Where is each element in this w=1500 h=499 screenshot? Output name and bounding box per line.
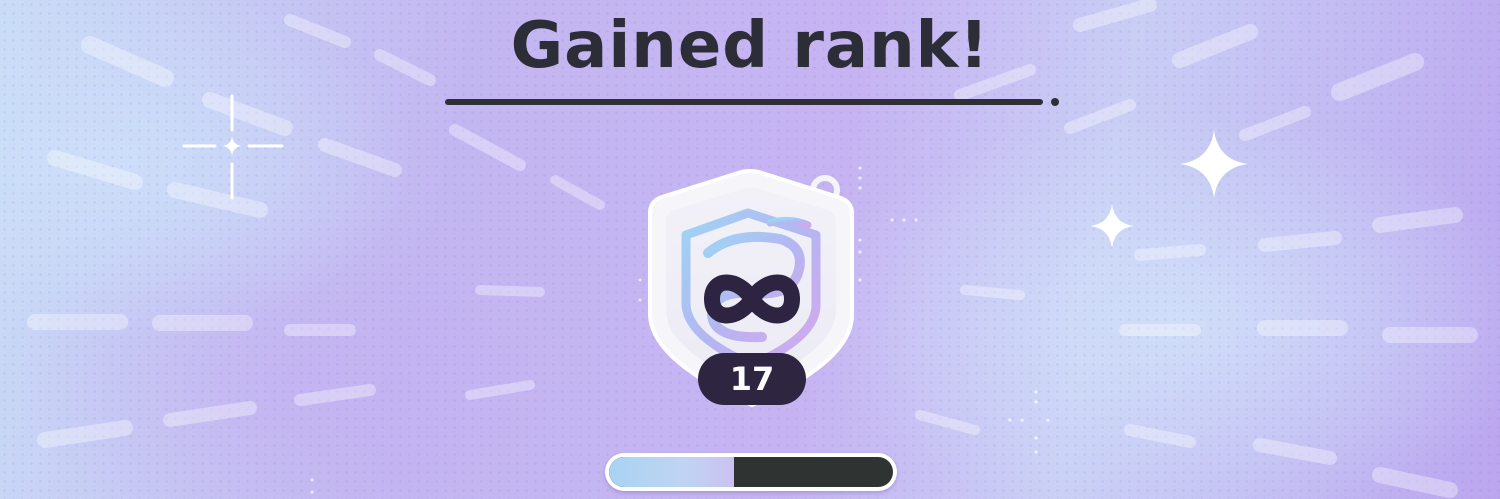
rank-progress-bar <box>605 453 897 491</box>
rank-level-badge: 17 <box>698 353 806 405</box>
rank-progress-fill <box>609 457 734 487</box>
sparkle-icon <box>1180 130 1248 198</box>
page-title: Gained rank! <box>510 9 990 83</box>
crosshair-sparkle-icon <box>182 94 284 200</box>
rank-progress-track <box>609 457 893 487</box>
small-sparkle-icon <box>1090 204 1134 248</box>
title-underline-dot <box>1051 98 1059 106</box>
title-underline <box>445 99 1043 105</box>
